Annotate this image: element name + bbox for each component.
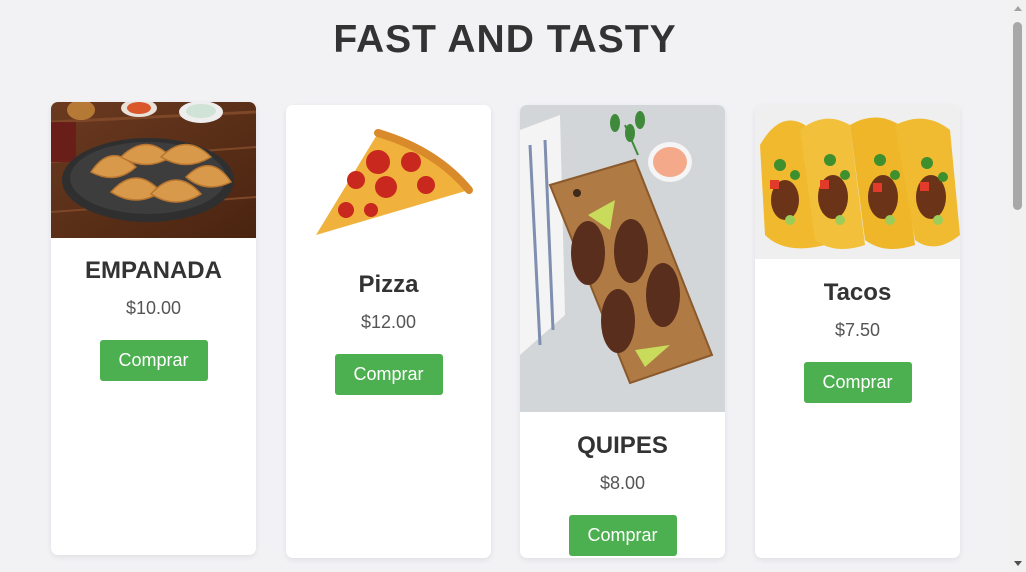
vertical-scrollbar[interactable] [1010, 0, 1026, 572]
page: FAST AND TASTY EMPANADA $10.00 Comprar P… [0, 0, 1026, 572]
page-title: FAST AND TASTY [333, 18, 677, 61]
buy-button-empanada[interactable]: Comprar [99, 340, 208, 381]
tacos-image [755, 105, 960, 259]
product-card-quipes: QUIPES $8.00 Comprar [520, 105, 725, 558]
scroll-thumb[interactable] [1013, 22, 1022, 210]
buy-button-tacos[interactable]: Comprar [803, 362, 912, 403]
scroll-down-icon[interactable] [1014, 561, 1022, 566]
scroll-up-icon[interactable] [1014, 6, 1022, 11]
buy-button-pizza[interactable]: Comprar [334, 354, 443, 395]
pizza-image [286, 105, 491, 241]
product-price: $10.00 [125, 298, 182, 318]
product-price: $7.50 [834, 320, 881, 340]
product-card-tacos: Tacos $7.50 Comprar [755, 105, 960, 558]
product-name: Tacos [823, 279, 892, 306]
product-name: Pizza [358, 271, 419, 298]
product-card-pizza: Pizza $12.00 Comprar [286, 105, 491, 558]
empanada-image [51, 102, 256, 238]
quipes-image [520, 105, 725, 412]
product-card-empanada: EMPANADA $10.00 Comprar [51, 102, 256, 555]
product-name: QUIPES [577, 432, 668, 459]
product-name: EMPANADA [85, 257, 222, 284]
buy-button-quipes[interactable]: Comprar [568, 515, 677, 556]
product-price: $8.00 [599, 473, 646, 493]
product-price: $12.00 [360, 312, 417, 332]
